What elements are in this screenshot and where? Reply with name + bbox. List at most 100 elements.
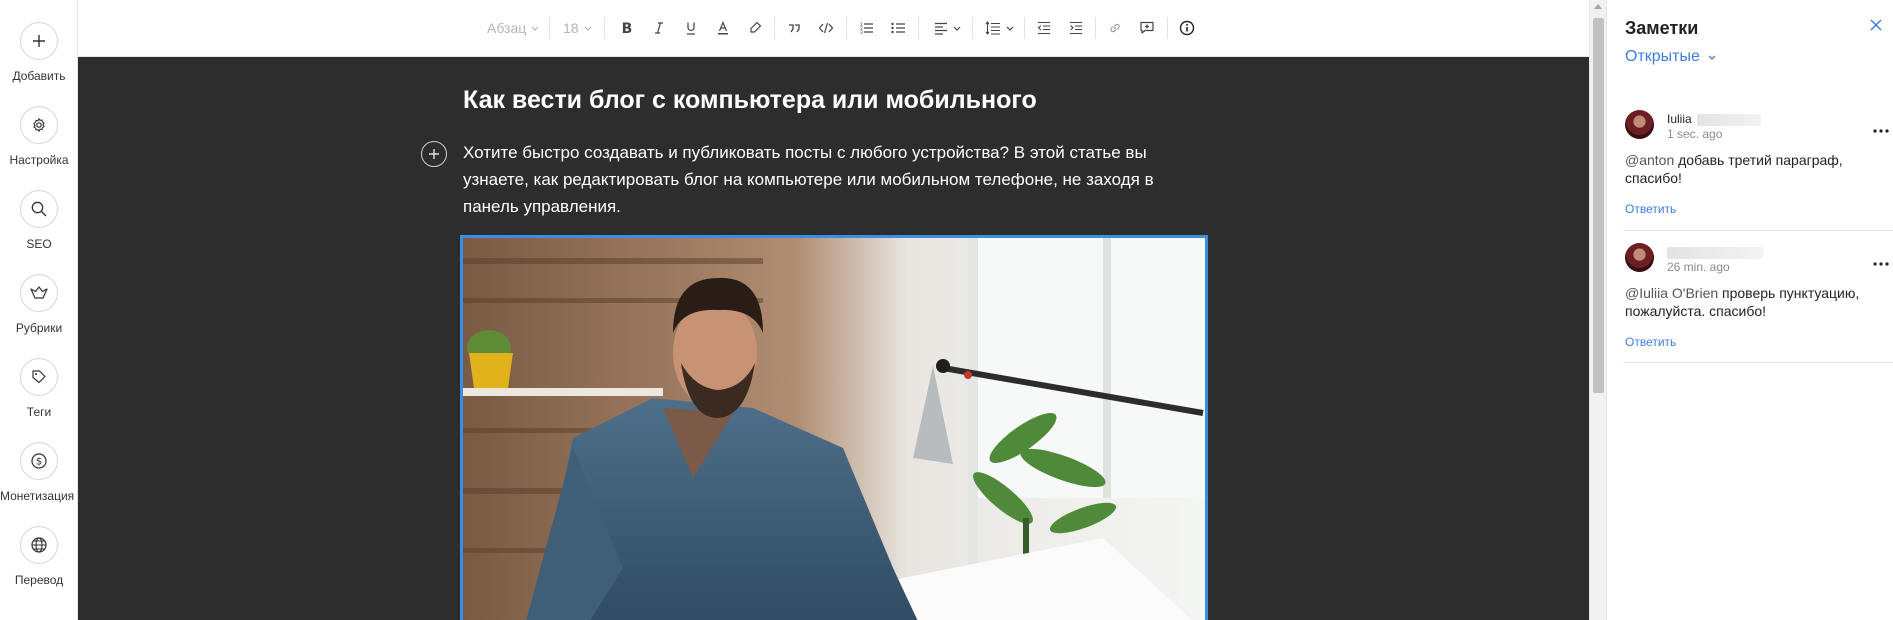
note-timestamp: 1 sec. ago xyxy=(1667,127,1723,141)
scroll-thumb[interactable] xyxy=(1593,18,1604,393)
chevron-down-icon xyxy=(953,26,960,31)
svg-text:3: 3 xyxy=(860,30,863,35)
blog-editor: Добавить Настройка SEO Рубрики Теги $ Мо… xyxy=(0,0,1893,620)
more-dots-icon xyxy=(1873,129,1889,133)
divider xyxy=(1623,362,1893,363)
close-notes-button[interactable] xyxy=(1869,18,1887,36)
info-icon xyxy=(1179,20,1195,36)
post-image[interactable] xyxy=(460,235,1208,620)
note-more-button[interactable] xyxy=(1873,253,1889,266)
italic-button[interactable] xyxy=(648,17,670,39)
chevron-down-icon xyxy=(1708,55,1716,60)
sidebar-item-add[interactable]: Добавить xyxy=(0,22,78,83)
sidebar-item-seo[interactable]: SEO xyxy=(0,190,78,251)
reply-link[interactable]: Ответить xyxy=(1625,202,1676,216)
svg-text:B: B xyxy=(622,21,633,35)
notes-title: Заметки xyxy=(1625,18,1699,38)
sidebar-item-translate[interactable]: Перевод xyxy=(0,526,78,587)
underline-icon xyxy=(687,22,695,35)
sidebar-item-label: Рубрики xyxy=(15,321,63,335)
chevron-down-icon xyxy=(584,26,592,31)
underline-button[interactable] xyxy=(680,17,702,39)
editor-scrollbar[interactable] xyxy=(1589,0,1606,620)
scroll-up-arrow-icon[interactable] xyxy=(1594,4,1602,9)
numbered-list-button[interactable]: 123 xyxy=(855,17,877,39)
link-icon xyxy=(1110,23,1120,33)
quote-icon xyxy=(789,24,800,33)
text-color-button[interactable] xyxy=(712,17,734,39)
sidebar-item-monetization[interactable]: $ Монетизация xyxy=(0,442,78,503)
increase-indent-button[interactable] xyxy=(1065,17,1087,39)
note-author-name: Iuliia xyxy=(1667,112,1692,126)
notes-filter-dropdown[interactable]: Открытые xyxy=(1625,48,1716,66)
man-at-desk-photo xyxy=(463,238,1205,620)
sidebar-item-label: Перевод xyxy=(14,573,64,587)
note-author xyxy=(1667,245,1763,259)
note-text: @anton добавь третий параграф, спасибо! xyxy=(1625,151,1875,187)
font-size-value: 18 xyxy=(563,20,579,36)
note-more-button[interactable] xyxy=(1873,120,1889,133)
more-dots-icon xyxy=(1873,262,1889,266)
redacted-name xyxy=(1667,246,1763,259)
bulleted-list-button[interactable] xyxy=(887,17,909,39)
sidebar-item-settings[interactable]: Настройка xyxy=(0,106,78,167)
code-block-button[interactable] xyxy=(815,17,837,39)
post-title[interactable]: Как вести блог с компьютера или мобильно… xyxy=(463,86,1037,115)
bold-button[interactable]: B xyxy=(616,17,638,39)
note-author: Iuliia xyxy=(1667,112,1762,126)
reply-link[interactable]: Ответить xyxy=(1625,335,1676,349)
highlight-button[interactable] xyxy=(744,17,766,39)
sidebar-item-tags[interactable]: Теги xyxy=(0,358,78,419)
mention[interactable]: @anton xyxy=(1625,152,1674,168)
left-sidebar: Добавить Настройка SEO Рубрики Теги $ Мо… xyxy=(0,0,78,620)
outdent-icon xyxy=(1037,21,1050,35)
divider xyxy=(1623,230,1893,231)
plus-icon xyxy=(429,149,439,159)
font-size-dropdown[interactable]: 18 xyxy=(563,17,599,39)
link-button[interactable] xyxy=(1104,17,1126,39)
chevron-down-icon xyxy=(531,26,539,31)
sidebar-item-label: Монетизация xyxy=(0,489,75,503)
formatting-toolbar: Абзац 18 B 123 xyxy=(78,0,1589,57)
post-paragraph[interactable]: Хотите быстро создавать и публиковать по… xyxy=(463,139,1208,220)
code-icon xyxy=(818,22,834,34)
sidebar-item-categories[interactable]: Рубрики xyxy=(0,274,78,335)
sidebar-item-label: Теги xyxy=(26,405,52,419)
note-text: @Iuliia O'Brien проверь пунктуацию, пожа… xyxy=(1625,284,1875,320)
highlighter-icon xyxy=(750,21,762,33)
dollar-icon: $ xyxy=(20,442,58,480)
sidebar-item-label: Настройка xyxy=(9,153,69,167)
notes-filter-value: Открытые xyxy=(1625,48,1700,65)
sidebar-item-label: SEO xyxy=(26,237,52,251)
globe-icon xyxy=(20,526,58,564)
categories-icon xyxy=(20,274,58,312)
quote-button[interactable] xyxy=(783,17,805,39)
paragraph-style-dropdown[interactable]: Абзац xyxy=(487,17,543,39)
notes-panel: Заметки Открытые Iuliia 1 sec. ago @anto… xyxy=(1606,0,1893,620)
info-button[interactable] xyxy=(1176,17,1198,39)
bold-icon: B xyxy=(622,21,633,35)
search-icon xyxy=(20,190,58,228)
gear-icon xyxy=(20,106,58,144)
mention[interactable]: @Iuliia O'Brien xyxy=(1625,285,1718,301)
close-icon xyxy=(1870,19,1882,31)
bulleted-list-icon xyxy=(891,22,905,34)
align-left-icon xyxy=(934,22,947,35)
add-block-button[interactable] xyxy=(421,141,447,167)
editor-canvas[interactable]: Как вести блог с компьютера или мобильно… xyxy=(78,57,1589,620)
avatar xyxy=(1625,243,1654,272)
chevron-down-icon xyxy=(1006,26,1013,31)
alignment-dropdown[interactable] xyxy=(929,17,965,39)
redacted-name xyxy=(1697,113,1762,126)
decrease-indent-button[interactable] xyxy=(1033,17,1055,39)
line-spacing-dropdown[interactable] xyxy=(981,17,1017,39)
text-color-icon xyxy=(718,21,728,35)
plus-icon xyxy=(20,22,58,60)
tag-icon xyxy=(20,358,58,396)
paragraph-style-value: Абзац xyxy=(487,20,527,36)
numbered-list-icon: 123 xyxy=(860,22,873,35)
note-timestamp: 26 min. ago xyxy=(1667,260,1730,274)
line-spacing-icon xyxy=(985,21,1000,35)
italic-icon xyxy=(655,22,663,34)
add-note-button[interactable] xyxy=(1136,17,1158,39)
